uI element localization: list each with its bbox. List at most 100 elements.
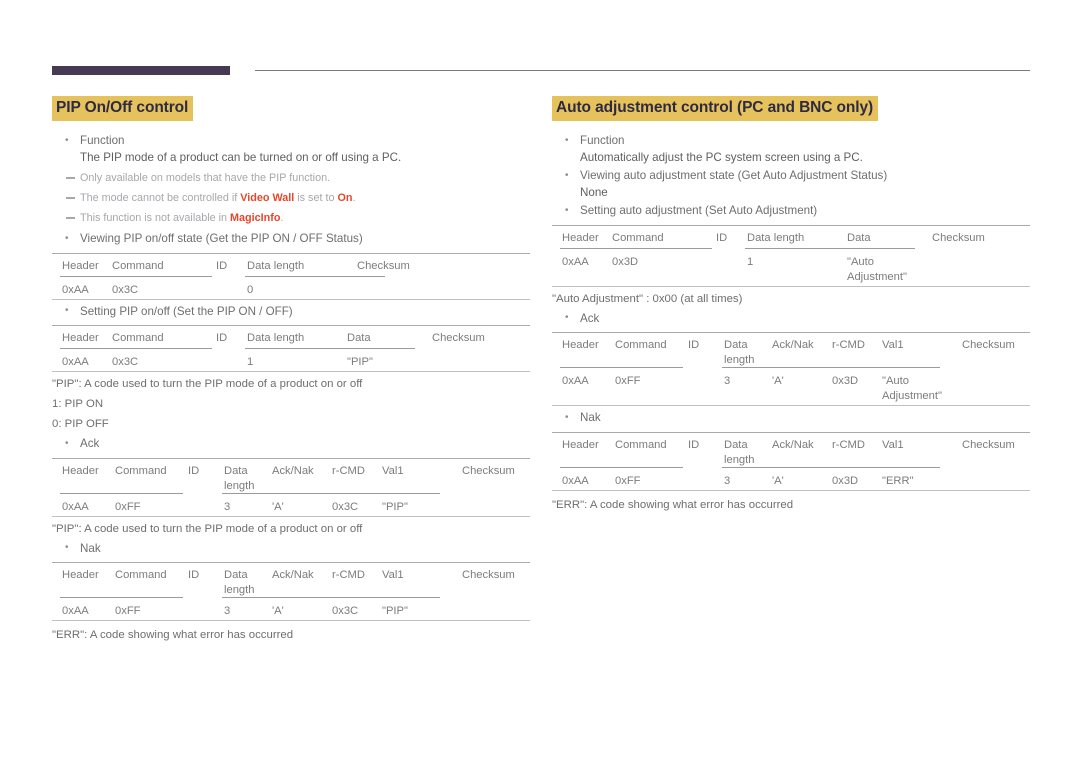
table-bottom-rule <box>552 285 1030 287</box>
table-data-cell: 0x3D <box>612 255 639 268</box>
table-bottom-rule <box>52 620 530 622</box>
table-header-cell: r-CMD <box>332 464 365 477</box>
table-header-cell: ID <box>188 569 200 582</box>
table-header-cell: ID <box>188 464 200 477</box>
table-data-cell: 'A' <box>272 605 284 618</box>
table-header-cell: Command <box>112 332 164 345</box>
table-header-row: Header Command ID Data length Data Checksum <box>52 326 530 348</box>
table-header-cell: Checksum <box>962 438 1015 451</box>
table-header-cell: Command <box>615 438 667 451</box>
table-data-row: 0xAA 0xFF 3 'A' 0x3D "Auto Adjustment" <box>552 368 1030 405</box>
right-set-table: Header Command ID Data length Data Checksum 0x… <box>552 224 1030 287</box>
table-header-cell: Data length <box>747 231 805 244</box>
table-data-cell: "PIP" <box>382 500 408 513</box>
table-header-cell: Command <box>112 259 164 272</box>
table-data-cell: 0xAA <box>62 500 89 513</box>
left-pip-on: 1: PIP ON <box>52 398 104 411</box>
left-pip-off: 0: PIP OFF <box>52 418 109 431</box>
table-data-cell: 0x3C <box>112 356 139 369</box>
table-header-cell: Header <box>562 438 599 451</box>
right-set-label: Setting auto adjustment (Set Auto Adjust… <box>552 203 1030 220</box>
right-function-desc: Automatically adjust the PC system scree… <box>580 150 863 164</box>
left-function-desc: The PIP mode of a product can be turned … <box>80 150 402 164</box>
note-text: Only available on models that have the P… <box>80 172 331 185</box>
left-get-label: Viewing PIP on/off state (Get the PIP ON… <box>52 231 530 248</box>
note-text: The mode cannot be controlled if <box>80 192 241 205</box>
table-header-cell: Checksum <box>462 464 515 477</box>
header-accent-bar <box>52 66 230 75</box>
table-header-cell: Data length <box>247 259 305 272</box>
table-data-row: 0xAA 0x3C 0 <box>52 277 530 299</box>
table-data-row: 0xAA 0x3C 1 "PIP" <box>52 349 530 371</box>
note-item: Only available on models that have the P… <box>52 171 530 186</box>
left-pip-code-note: "PIP": A code used to turn the PIP mode … <box>52 378 363 391</box>
table-data-cell: 0x3C <box>332 500 359 513</box>
left-ack-note: "PIP": A code used to turn the PIP mode … <box>52 522 363 535</box>
table-data-cell: 3 <box>224 500 231 513</box>
table-data-cell: 0xAA <box>562 474 589 487</box>
table-header-cell: Header <box>62 569 99 582</box>
left-ack-label: Ack <box>52 436 530 453</box>
table-data-cell: 0xAA <box>62 283 89 296</box>
table-header-cell: r-CMD <box>832 339 865 352</box>
table-header-cell: Ack/Nak <box>772 438 814 451</box>
table-header-cell: r-CMD <box>332 569 365 582</box>
table-data-cell: 0xAA <box>562 255 589 268</box>
table-header-cell: Val1 <box>382 464 404 477</box>
right-ack-label: Ack <box>552 310 1030 328</box>
left-err-note: "ERR": A code showing what error has occ… <box>52 629 294 642</box>
table-header-cell: Checksum <box>962 339 1015 352</box>
table-data-cell: 0x3D <box>832 375 859 388</box>
right-err-note: "ERR": A code showing what error has occ… <box>552 498 794 511</box>
table-data-cell: "Auto Adjustment" <box>882 375 942 403</box>
right-nak-label: Nak <box>552 410 1030 427</box>
table-data-cell: 'A' <box>772 375 784 388</box>
table-bottom-rule <box>552 489 1030 491</box>
left-set-table: Header Command ID Data length Data Checksum 0x… <box>52 325 530 373</box>
table-header-cell: Val1 <box>382 569 404 582</box>
table-header-cell: ID <box>216 332 228 345</box>
table-data-cell: 1 <box>247 356 254 369</box>
right-function-bullet: Function Automatically adjust the PC sys… <box>552 133 1030 166</box>
table-header-row: Header Command ID Data length Checksum <box>52 254 530 276</box>
table-data-cell: "ERR" <box>882 474 914 487</box>
table-data-cell: 0xFF <box>615 375 641 388</box>
table-header-cell: ID <box>688 339 700 352</box>
table-header-cell: Val1 <box>882 438 904 451</box>
table-header-cell: Checksum <box>432 332 485 345</box>
right-nak-table: Header Command ID Data length Ack/Nak r-CMD Va… <box>552 431 1030 491</box>
table-header-cell: Data length <box>724 438 755 466</box>
table-header-cell: ID <box>216 259 228 272</box>
table-data-cell: "PIP" <box>347 356 373 369</box>
note-text: . <box>352 192 356 205</box>
table-data-row: 0xAA 0xFF 3 'A' 0x3C "PIP" <box>52 598 530 620</box>
table-data-cell: "PIP" <box>382 605 408 618</box>
table-header-cell: Checksum <box>462 569 515 582</box>
table-data-cell: 3 <box>724 474 731 487</box>
table-bottom-rule <box>552 405 1030 407</box>
table-header-cell: Command <box>612 231 664 244</box>
table-header-cell: Data <box>847 231 871 244</box>
table-header-cell: Command <box>615 339 667 352</box>
right-section-title: Auto adjustment control (PC and BNC only… <box>552 96 879 122</box>
note-text: is set to <box>294 192 338 205</box>
table-data-cell: 0x3C <box>112 283 139 296</box>
table-data-cell: 0 <box>247 283 254 296</box>
right-function-label: Function <box>580 134 625 148</box>
table-header-row: Header Command ID Data length Ack/Nak r-CMD Va… <box>52 563 530 597</box>
table-header-cell: Data length <box>247 332 305 345</box>
left-function-bullet: Function The PIP mode of a product can b… <box>52 133 530 166</box>
right-get-bullet: Viewing auto adjustment state (Get Auto … <box>552 168 1030 201</box>
table-header-cell: Checksum <box>357 259 410 272</box>
table-header-cell: Header <box>562 231 599 244</box>
table-header-cell: Data length <box>224 569 255 597</box>
table-data-cell: 0x3D <box>832 474 859 487</box>
note-text: . <box>280 212 284 225</box>
left-column: PIP On/Off control Function The PIP mode… <box>52 96 530 649</box>
table-data-cell: "Auto Adjustment" <box>847 255 907 283</box>
table-header-cell: Header <box>62 259 99 272</box>
table-header-cell: ID <box>688 438 700 451</box>
left-function-label: Function <box>80 134 125 148</box>
table-header-cell: Val1 <box>882 339 904 352</box>
right-auto-adj-note: "Auto Adjustment" : 0x00 (at all times) <box>552 292 743 305</box>
